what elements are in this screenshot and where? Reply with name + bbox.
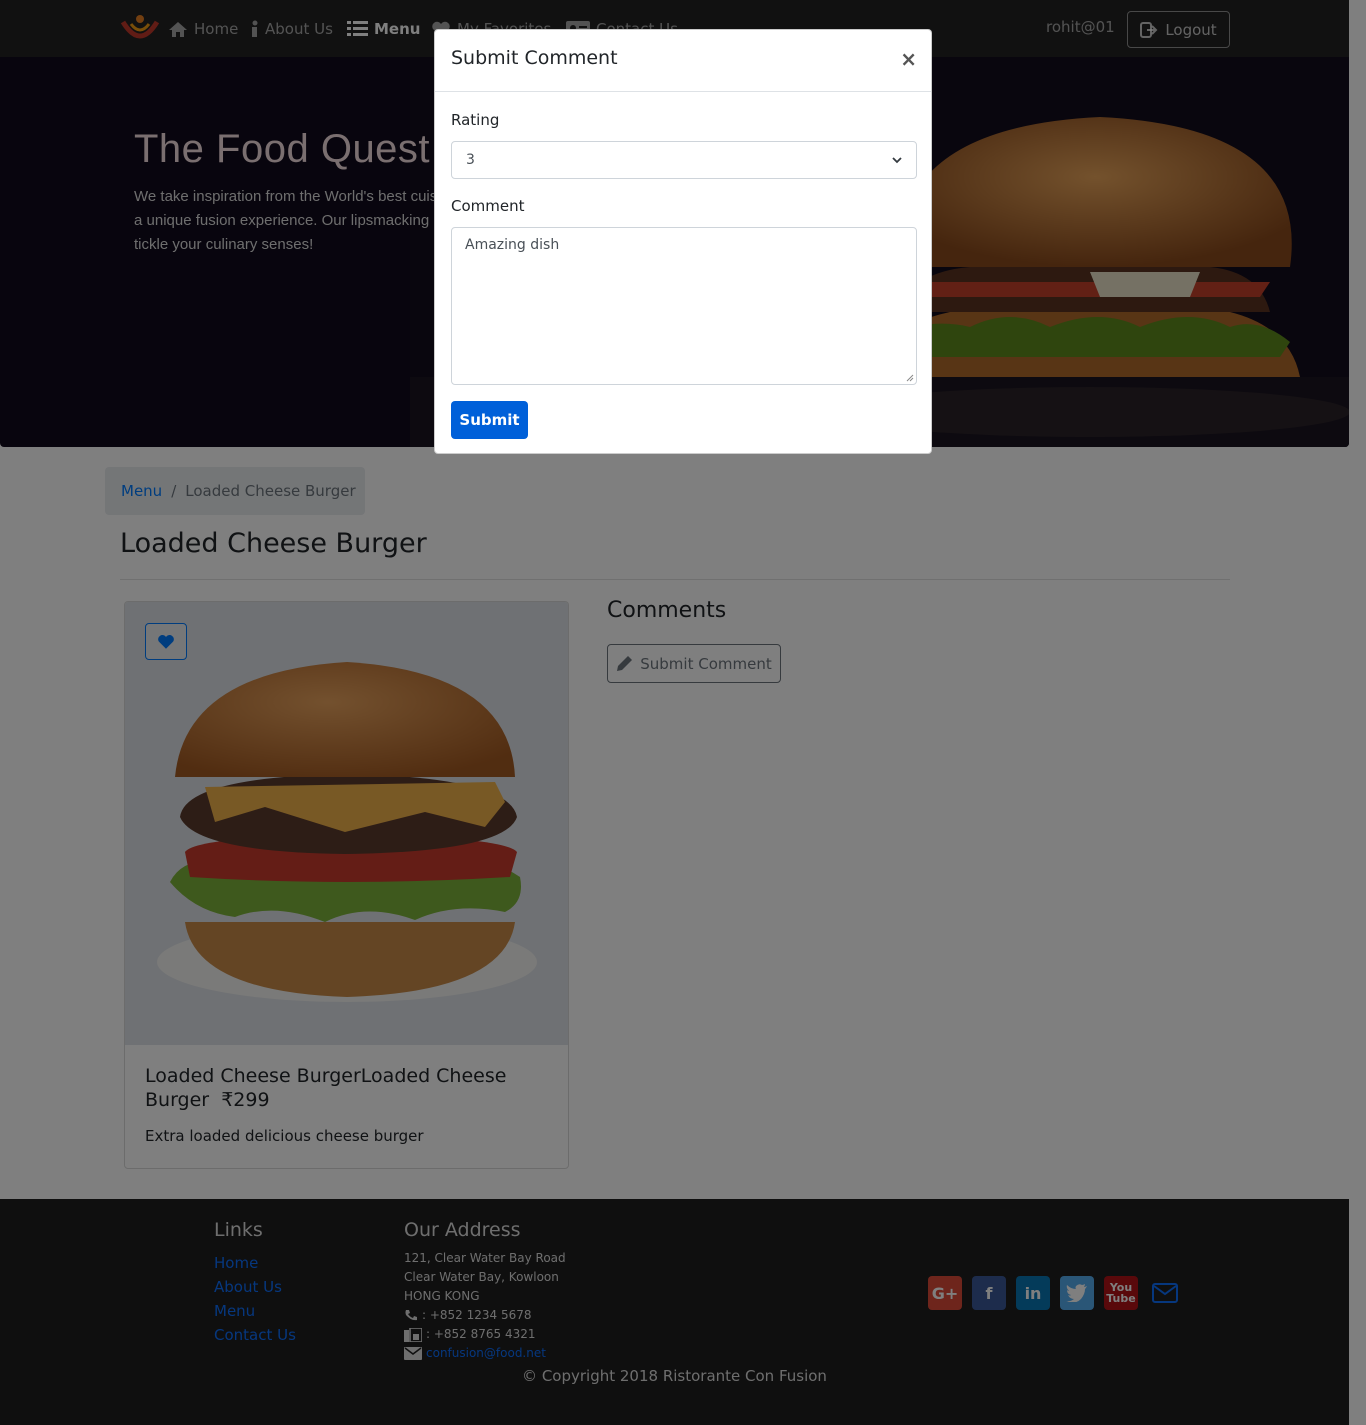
close-icon[interactable]: ×: [900, 49, 917, 69]
modal-header: Submit Comment ×: [435, 30, 931, 92]
comment-value: Amazing dish: [465, 237, 560, 253]
resize-handle-icon[interactable]: [906, 374, 914, 382]
rating-select[interactable]: 3: [451, 141, 917, 179]
submit-comment-modal: Submit Comment × Rating 3 Comment Amazin…: [434, 29, 932, 454]
submit-button[interactable]: Submit: [451, 401, 528, 439]
chevron-down-icon: [892, 156, 902, 163]
modal-title: Submit Comment: [451, 47, 618, 69]
comment-label: Comment: [451, 197, 525, 215]
comment-textarea[interactable]: Amazing dish: [451, 227, 917, 385]
rating-label: Rating: [451, 111, 500, 129]
rating-value: 3: [466, 152, 475, 168]
